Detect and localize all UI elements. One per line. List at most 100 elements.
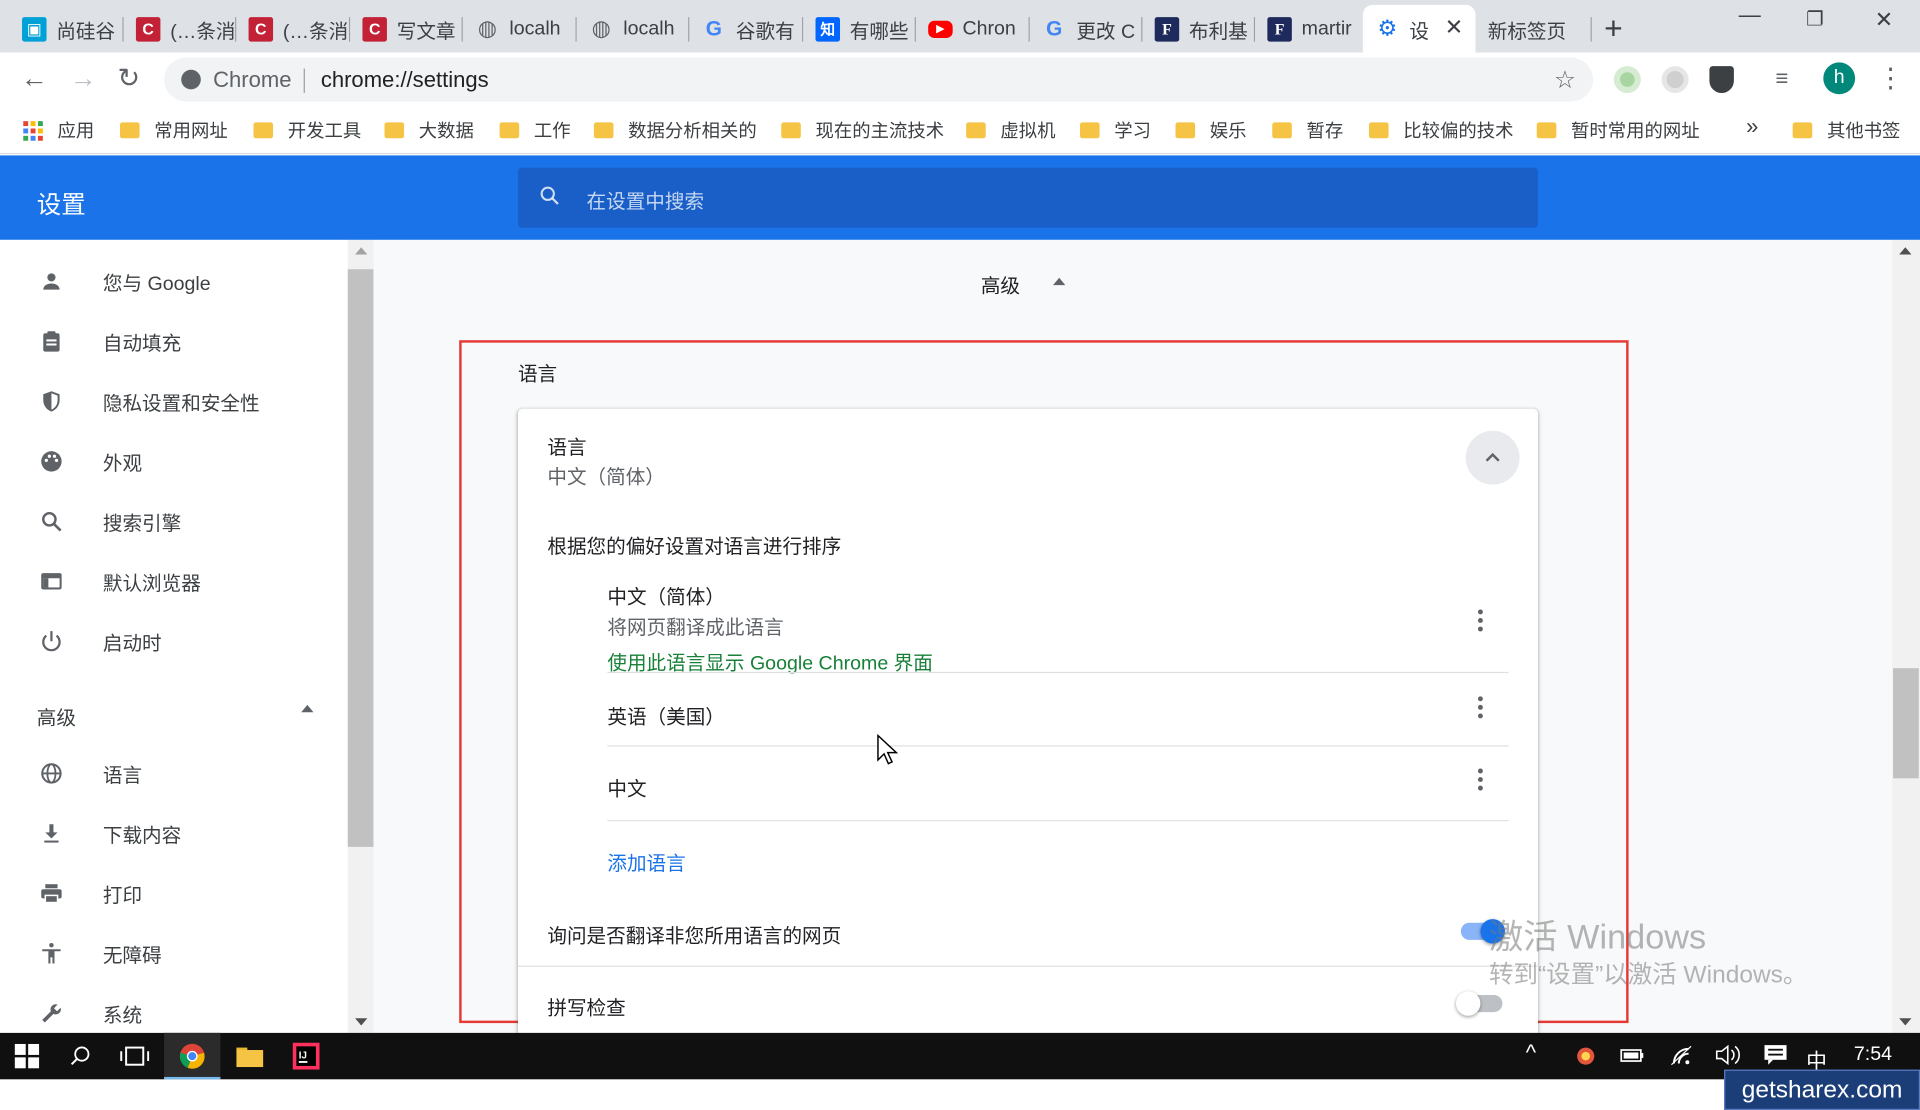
tab-7[interactable]: G 谷歌有 xyxy=(689,5,804,53)
tray-overflow-icon[interactable]: ^ xyxy=(1526,1040,1536,1066)
collapse-languages-button[interactable] xyxy=(1465,430,1520,485)
clipboard-icon xyxy=(37,327,66,356)
bookmark-label: 其他书签 xyxy=(1826,121,1901,142)
bookmark-folder[interactable]: 常用网址 xyxy=(120,117,228,143)
tab-1[interactable]: ▣ 尚硅谷 xyxy=(10,5,124,53)
tab-11[interactable]: F 布利基 xyxy=(1142,5,1256,53)
sidebar-item-privacy[interactable]: 隐私设置和安全性 xyxy=(0,377,348,426)
sidebar-item-you-and-google[interactable]: 您与 Google xyxy=(0,257,348,306)
sidebar-scrollbar[interactable] xyxy=(347,239,374,1033)
bookmark-folder[interactable]: 虚拟机 xyxy=(966,117,1056,143)
bookmarks-overflow-button[interactable]: » xyxy=(1746,114,1758,140)
bookmark-star-icon[interactable]: ☆ xyxy=(1554,65,1576,96)
intellij-idea-icon[interactable]: IJ xyxy=(291,1041,320,1070)
tab-3[interactable]: C (…条消 xyxy=(236,5,351,53)
scroll-up-arrow-icon[interactable] xyxy=(1899,247,1912,255)
bookmark-label: 现在的主流技术 xyxy=(815,121,945,142)
extension-shield-icon[interactable] xyxy=(1709,66,1734,94)
more-actions-icon[interactable] xyxy=(1477,609,1483,632)
extension-green-icon[interactable] xyxy=(1613,66,1641,94)
advanced-section-toggle[interactable]: 高级 xyxy=(981,269,1020,298)
sidebar-item-printing[interactable]: 打印 xyxy=(0,869,348,918)
tab-9[interactable]: ▶ Chron xyxy=(916,5,1030,53)
bookmark-other[interactable]: 其他书签 xyxy=(1792,117,1901,143)
back-icon[interactable]: ← xyxy=(21,62,48,94)
tab-5[interactable]: ◍ localh xyxy=(463,5,577,53)
minimize-icon[interactable]: — xyxy=(1739,2,1761,28)
bookmark-folder[interactable]: 暂存 xyxy=(1272,117,1343,143)
sidebar-item-system[interactable]: 系统 xyxy=(0,989,348,1038)
main-scrollbar[interactable] xyxy=(1891,239,1920,1033)
bookmark-folder[interactable]: 暂时常用的网址 xyxy=(1536,117,1700,143)
window-close-icon[interactable]: ✕ xyxy=(1875,7,1893,33)
tab-12[interactable]: F martir xyxy=(1255,5,1363,53)
settings-search-input[interactable]: 在设置中搜索 xyxy=(517,167,1538,228)
folder-icon xyxy=(384,122,405,139)
sidebar-item-downloads[interactable]: 下载内容 xyxy=(0,809,348,858)
sidebar-item-appearance[interactable]: 外观 xyxy=(0,437,348,486)
extension-grey-icon[interactable] xyxy=(1661,66,1689,94)
chrome-icon[interactable] xyxy=(178,1041,207,1070)
clock-time[interactable]: 7:54 xyxy=(1854,1044,1892,1066)
tab-2[interactable]: C (…条消 xyxy=(124,5,237,53)
scrollbar-thumb[interactable] xyxy=(347,269,374,847)
scroll-down-arrow-icon[interactable] xyxy=(355,1018,368,1026)
tab-8[interactable]: 知 有哪些 xyxy=(803,5,916,53)
battery-icon[interactable] xyxy=(1619,1044,1646,1072)
scroll-down-arrow-icon[interactable] xyxy=(1899,1018,1912,1026)
bookmark-folder[interactable]: 娱乐 xyxy=(1175,117,1247,143)
notification-icon[interactable] xyxy=(1763,1044,1787,1072)
bookmark-folder[interactable]: 学习 xyxy=(1080,117,1151,143)
chrome-menu-icon[interactable]: ⋮ xyxy=(1877,62,1904,94)
scroll-up-arrow-icon[interactable] xyxy=(355,247,368,255)
wifi-icon[interactable] xyxy=(1669,1044,1693,1072)
add-language-button[interactable]: 添加语言 xyxy=(607,847,685,876)
forward-icon[interactable]: → xyxy=(70,62,97,94)
close-tab-icon[interactable]: ✕ xyxy=(1445,15,1463,41)
language-item-name: 英语（美国） xyxy=(607,707,725,729)
restore-icon[interactable]: ❐ xyxy=(1806,7,1824,31)
collapse-arrow-icon[interactable] xyxy=(301,704,314,713)
tray-app-icon[interactable] xyxy=(1573,1043,1597,1074)
task-view-icon[interactable] xyxy=(120,1041,150,1070)
address-bar[interactable]: Chrome chrome://settings ☆ xyxy=(164,57,1594,102)
tab-10[interactable]: G 更改 C xyxy=(1030,5,1143,53)
tab-title: 尚硅谷 xyxy=(56,21,116,43)
address-url[interactable]: chrome://settings xyxy=(321,67,489,93)
settings-gear-icon: ⚙ xyxy=(1377,15,1398,41)
tab-6[interactable]: ◍ localh xyxy=(577,5,690,53)
more-actions-icon[interactable] xyxy=(1477,768,1483,791)
bookmark-folder[interactable]: 工作 xyxy=(499,117,571,143)
sidebar-item-autofill[interactable]: 自动填充 xyxy=(0,317,348,366)
bookmark-apps[interactable]: 应用 xyxy=(23,117,94,143)
more-actions-icon[interactable] xyxy=(1477,696,1483,719)
sidebar-item-search-engine[interactable]: 搜索引擎 xyxy=(0,497,348,546)
google-icon: G xyxy=(1046,16,1063,40)
file-explorer-icon[interactable] xyxy=(235,1041,264,1070)
bookmark-folder[interactable]: 大数据 xyxy=(384,117,474,143)
bookmark-folder[interactable]: 开发工具 xyxy=(253,117,361,143)
bookmark-folder[interactable]: 比较偏的技术 xyxy=(1368,117,1514,143)
tab-4[interactable]: C 写文章 xyxy=(350,5,463,53)
search-icon xyxy=(540,186,559,205)
tab-settings[interactable]: ⚙ 设 ✕ xyxy=(1362,4,1476,53)
sidebar-item-on-startup[interactable]: 启动时 xyxy=(0,617,348,666)
bookmark-folder[interactable]: 现在的主流技术 xyxy=(781,117,944,143)
search-icon[interactable] xyxy=(66,1041,95,1070)
toolbar: ← → ↻ Chrome chrome://settings ☆ ≡ h ⋮ xyxy=(0,52,1920,106)
screen: ▣ 尚硅谷 C (…条消 C (…条消 C 写文章 ◍ localh ◍ loc… xyxy=(0,0,1920,1110)
new-tab-button[interactable]: + xyxy=(1604,10,1623,48)
sidebar-item-default-browser[interactable]: 默认浏览器 xyxy=(0,557,348,606)
sidebar-advanced-toggle[interactable]: 高级 xyxy=(37,701,76,730)
windows-start-icon[interactable] xyxy=(12,1041,41,1070)
spellcheck-toggle[interactable] xyxy=(1455,991,1503,1016)
bookmark-folder[interactable]: 数据分析相关的 xyxy=(593,117,757,143)
collapse-arrow-icon[interactable] xyxy=(1053,277,1066,286)
scrollbar-thumb[interactable] xyxy=(1893,668,1919,779)
tab-new[interactable]: 新标签页 xyxy=(1476,5,1592,53)
sidebar-item-accessibility[interactable]: 无障碍 xyxy=(0,929,348,978)
media-control-icon[interactable]: ≡ xyxy=(1776,66,1789,92)
avatar[interactable]: h xyxy=(1823,62,1856,95)
sidebar-item-languages[interactable]: 语言 xyxy=(0,749,348,798)
reload-icon[interactable]: ↻ xyxy=(118,62,141,94)
